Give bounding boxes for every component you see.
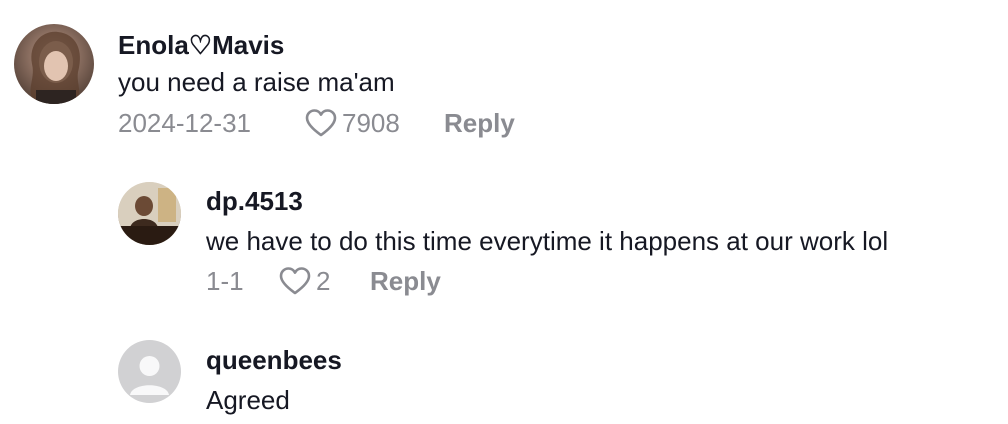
reply-button[interactable]: Reply xyxy=(370,266,441,296)
heart-icon xyxy=(305,109,337,137)
avatar[interactable] xyxy=(118,340,181,403)
comment-text: we have to do this time everytime it hap… xyxy=(206,226,889,256)
comment-text: Agreed xyxy=(206,385,290,415)
comment-username[interactable]: dp.4513 xyxy=(206,186,303,216)
like-count: 2 xyxy=(316,266,331,296)
comment-username[interactable]: Enola♡Mavis xyxy=(118,30,284,60)
comment-date: 2024-12-31 xyxy=(118,108,251,138)
avatar[interactable] xyxy=(118,182,181,245)
comment-meta: 1-1 2 Reply xyxy=(206,266,441,296)
comment-meta: 2024-12-31 7908 Reply xyxy=(118,108,515,138)
avatar-photo xyxy=(30,31,80,104)
person-silhouette-icon xyxy=(130,356,169,395)
avatar-photo xyxy=(118,182,181,245)
like-count: 7908 xyxy=(342,108,400,138)
comment-text: you need a raise ma'am xyxy=(118,67,395,97)
heart-icon xyxy=(279,267,311,295)
comment-date: 1-1 xyxy=(206,266,244,296)
like-button[interactable]: 2 xyxy=(278,266,370,296)
comment-username[interactable]: queenbees xyxy=(206,345,342,375)
reply-button[interactable]: Reply xyxy=(444,108,515,138)
like-button[interactable]: 7908 xyxy=(304,108,444,138)
avatar[interactable] xyxy=(14,24,94,104)
